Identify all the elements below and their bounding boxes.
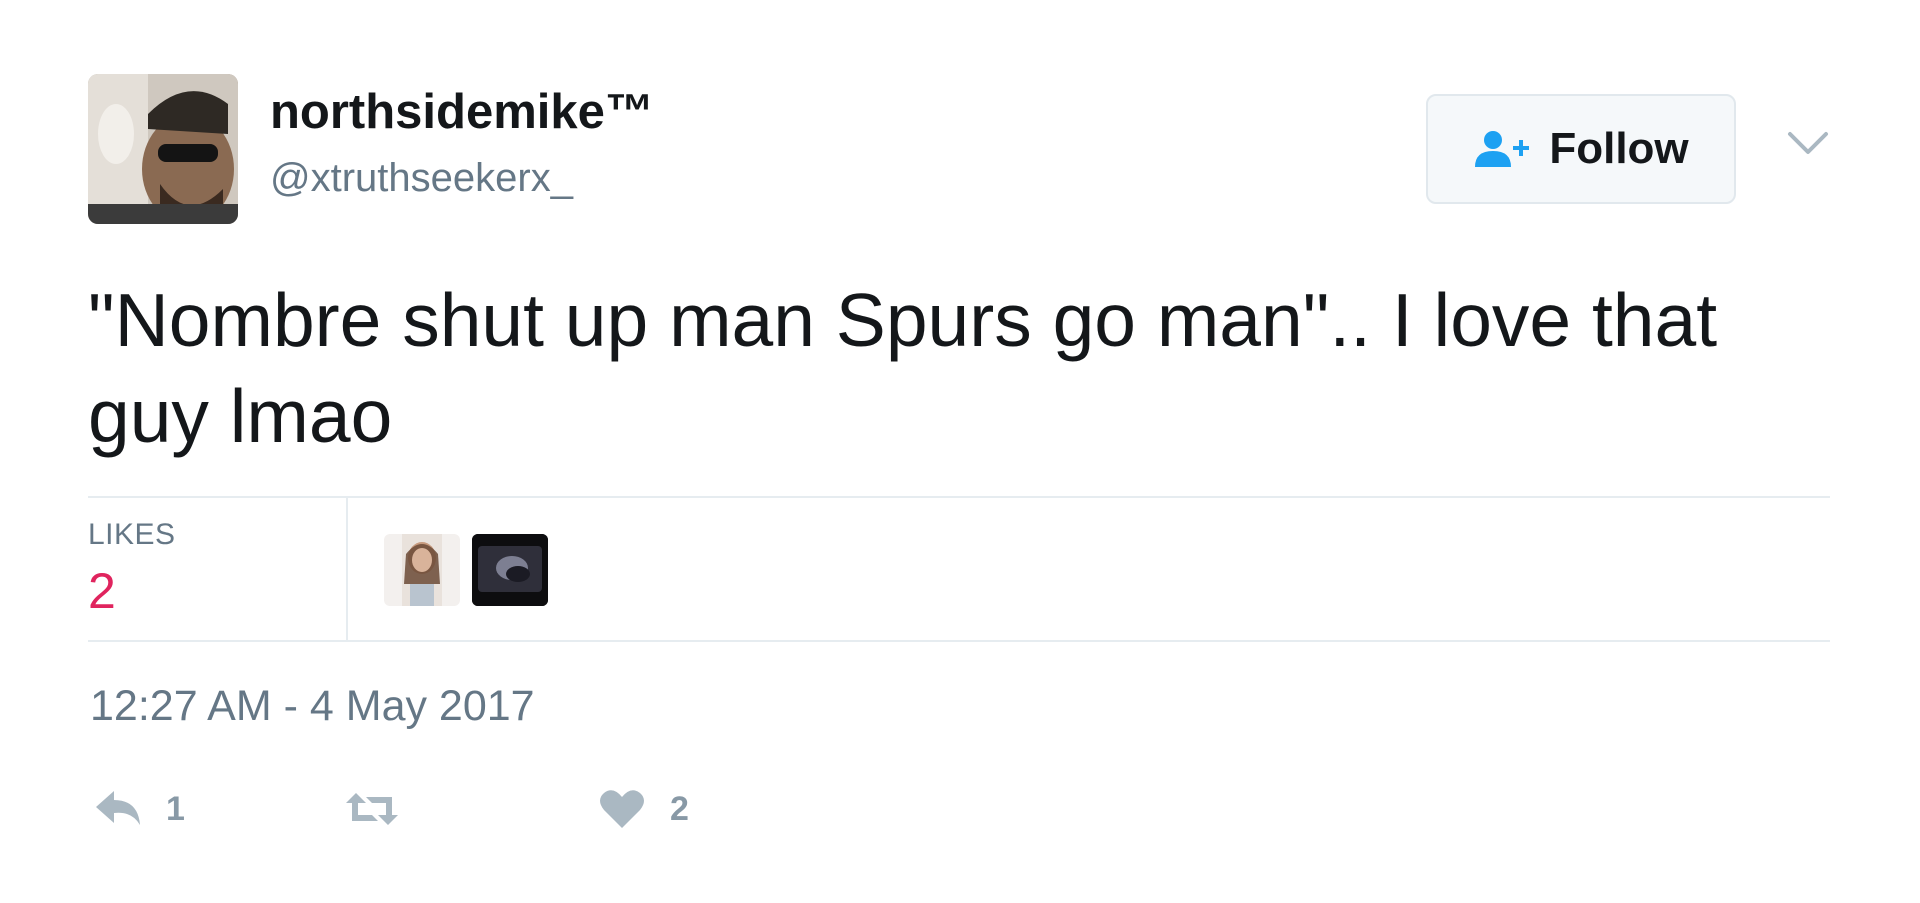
reply-button[interactable]: 1 <box>94 786 185 832</box>
liker-avatar-2[interactable] <box>472 534 548 606</box>
stats-divider-top <box>88 496 1830 498</box>
retweet-button[interactable] <box>344 786 424 832</box>
like-count: 2 <box>670 789 689 828</box>
heart-icon <box>600 790 644 828</box>
stats-separator <box>346 498 348 640</box>
author-display-name[interactable]: northsidemike™ <box>270 84 654 140</box>
author-avatar[interactable] <box>88 74 238 224</box>
likes-count[interactable]: 2 <box>88 562 116 620</box>
tweet-timestamp[interactable]: 12:27 AM - 4 May 2017 <box>90 682 535 731</box>
tweet-card: northsidemike™ @xtruthseekerx_ Follow "N… <box>0 0 1920 903</box>
retweet-icon <box>346 793 398 825</box>
like-button[interactable]: 2 <box>598 786 689 832</box>
reply-icon <box>96 791 140 825</box>
follow-user-icon <box>1475 131 1530 167</box>
author-handle[interactable]: @xtruthseekerx_ <box>270 156 573 201</box>
stats-divider-bottom <box>88 640 1830 642</box>
liker-avatar-1[interactable] <box>384 534 460 606</box>
reply-count: 1 <box>166 789 185 828</box>
chevron-down-icon[interactable] <box>1786 128 1830 158</box>
author-avatar-image <box>88 74 238 224</box>
follow-button[interactable]: Follow <box>1426 94 1736 204</box>
tweet-text: "Nombre shut up man Spurs go man".. I lo… <box>88 278 1718 458</box>
follow-label: Follow <box>1549 124 1689 173</box>
likes-label: LIKES <box>88 518 176 551</box>
